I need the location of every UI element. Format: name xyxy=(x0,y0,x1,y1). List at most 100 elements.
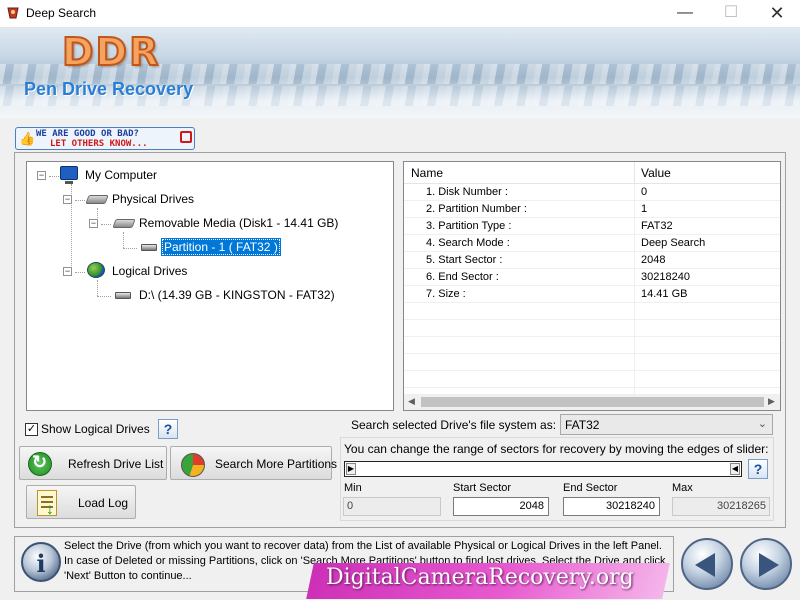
tree-connector xyxy=(75,272,85,273)
tree-expander[interactable]: − xyxy=(63,267,72,276)
feedback-badge[interactable]: 👍 WE ARE GOOD OR BAD? LET OTHERS KNOW... xyxy=(15,127,195,150)
load-log-button[interactable]: Load Log xyxy=(26,485,136,519)
column-separator xyxy=(634,354,635,371)
column-separator xyxy=(634,184,635,201)
property-value: Deep Search xyxy=(641,237,705,249)
tree-node-label: Removable Media (Disk1 - 14.41 GB) xyxy=(136,214,341,232)
property-row[interactable]: 1. Disk Number :0 xyxy=(404,184,780,201)
tree-node-logical-drive-d[interactable]: D:\ (14.39 GB - KINGSTON - FAT32) xyxy=(136,286,338,304)
refresh-drive-list-label: Refresh Drive List xyxy=(68,457,163,471)
tree-connector xyxy=(97,296,111,297)
brand-logo: DDR xyxy=(62,30,160,74)
refresh-drive-list-button[interactable]: Refresh Drive List xyxy=(19,446,167,480)
tree-expander[interactable]: − xyxy=(37,171,46,180)
sector-range-slider[interactable]: ▶ ◀ xyxy=(344,461,742,477)
tree-node-my-computer[interactable]: My Computer xyxy=(82,166,160,184)
info-icon: i xyxy=(21,542,61,582)
tree-expander[interactable]: − xyxy=(63,195,72,204)
property-row[interactable]: 4. Search Mode : Deep Search xyxy=(404,235,780,252)
property-row[interactable]: 2. Partition Number :1 xyxy=(404,201,780,218)
scrollbar-thumb[interactable] xyxy=(421,397,764,407)
property-row[interactable] xyxy=(404,303,780,320)
hard-drive-icon xyxy=(85,195,108,204)
property-name: 5. Start Sector : xyxy=(426,254,502,266)
close-button[interactable]: ✕ xyxy=(754,0,800,28)
start-sector-field[interactable]: 2048 xyxy=(453,497,549,516)
watermark-text: DigitalCameraRecovery.org xyxy=(326,565,634,590)
search-more-partitions-button[interactable]: Search More Partitions xyxy=(170,446,332,480)
info-glyph: i xyxy=(23,549,59,578)
tree-connector xyxy=(49,176,59,177)
slider-left-edge[interactable]: ▶ xyxy=(346,463,356,475)
properties-list[interactable]: Name Value 1. Disk Number :02. Partition… xyxy=(403,161,781,411)
column-separator xyxy=(634,337,635,354)
property-row[interactable]: 3. Partition Type :FAT32 xyxy=(404,218,780,235)
feedback-line-2: LET OTHERS KNOW... xyxy=(50,139,148,149)
slider-right-edge[interactable]: ◀ xyxy=(730,463,740,475)
speech-bubble-icon xyxy=(180,131,192,143)
property-value: 14.41 GB xyxy=(641,288,687,300)
tree-node-label: Logical Drives xyxy=(109,262,190,280)
back-button[interactable] xyxy=(681,538,733,590)
refresh-icon xyxy=(28,452,52,476)
next-button[interactable] xyxy=(740,538,792,590)
help-button[interactable]: ? xyxy=(158,419,178,439)
property-row[interactable] xyxy=(404,337,780,354)
tree-node-logical-drives[interactable]: Logical Drives xyxy=(109,262,190,280)
min-sector-field: 0 xyxy=(343,497,441,516)
usb-drive-icon xyxy=(141,244,157,251)
computer-icon xyxy=(60,166,78,180)
tree-connector xyxy=(123,232,124,248)
show-logical-drives-label: Show Logical Drives xyxy=(41,421,150,437)
property-row[interactable] xyxy=(404,371,780,388)
max-sector-value: 30218265 xyxy=(717,500,766,512)
drive-tree[interactable]: − My Computer − Physical Drives − Remova… xyxy=(26,161,394,411)
tree-node-label: Partition - 1 ( FAT32 ) xyxy=(161,238,281,256)
property-row[interactable]: 5. Start Sector :2048 xyxy=(404,252,780,269)
property-name: 1. Disk Number : xyxy=(426,186,508,198)
product-name: Pen Drive Recovery xyxy=(24,79,193,100)
show-logical-drives-checkbox[interactable]: ✓ xyxy=(25,423,38,436)
search-more-partitions-label: Search More Partitions xyxy=(215,457,337,471)
scroll-left-icon[interactable]: ◀ xyxy=(408,396,415,407)
column-separator xyxy=(634,162,635,184)
column-header-name[interactable]: Name xyxy=(411,166,443,180)
end-sector-field[interactable]: 30218240 xyxy=(563,497,660,516)
file-system-value: FAT32 xyxy=(565,418,599,432)
column-separator xyxy=(634,252,635,269)
maximize-button[interactable]: ☐ xyxy=(708,0,754,28)
next-arrow-icon xyxy=(759,553,779,577)
column-header-value[interactable]: Value xyxy=(641,166,671,180)
property-name: 3. Partition Type : xyxy=(426,220,511,232)
property-row[interactable]: 6. End Sector :30218240 xyxy=(404,269,780,286)
column-separator xyxy=(634,371,635,388)
minimize-button[interactable]: — xyxy=(662,0,708,28)
feedback-line-1: WE ARE GOOD OR BAD? xyxy=(36,129,139,139)
thumbs-up-icon: 👍 xyxy=(19,131,35,147)
tree-node-physical-drives[interactable]: Physical Drives xyxy=(109,190,197,208)
logical-drives-icon xyxy=(87,262,105,278)
tree-expander[interactable]: − xyxy=(89,219,98,228)
chevron-down-icon: ⌄ xyxy=(758,417,767,430)
tree-node-removable-media[interactable]: Removable Media (Disk1 - 14.41 GB) xyxy=(136,214,341,232)
scroll-right-icon[interactable]: ▶ xyxy=(768,396,775,407)
property-row[interactable] xyxy=(404,320,780,337)
column-separator xyxy=(634,286,635,303)
column-separator xyxy=(634,201,635,218)
file-system-label: Search selected Drive's file system as: xyxy=(351,418,556,432)
help-button[interactable]: ? xyxy=(748,459,768,479)
back-arrow-icon xyxy=(695,553,715,577)
property-name: 4. Search Mode : xyxy=(426,237,510,249)
tree-connector xyxy=(101,224,111,225)
min-sector-value: 0 xyxy=(347,500,353,512)
start-sector-label: Start Sector xyxy=(453,482,511,494)
property-row[interactable] xyxy=(404,354,780,371)
property-row[interactable]: 7. Size :14.41 GB xyxy=(404,286,780,303)
load-log-label: Load Log xyxy=(78,496,128,510)
title-bar: Deep Search — ☐ ✕ xyxy=(0,0,800,28)
column-separator xyxy=(634,269,635,286)
horizontal-scrollbar[interactable]: ◀ ▶ xyxy=(404,394,780,410)
pie-chart-icon xyxy=(181,453,205,477)
tree-node-partition[interactable]: Partition - 1 ( FAT32 ) xyxy=(161,238,281,256)
file-system-select[interactable]: FAT32 ⌄ xyxy=(560,414,773,435)
